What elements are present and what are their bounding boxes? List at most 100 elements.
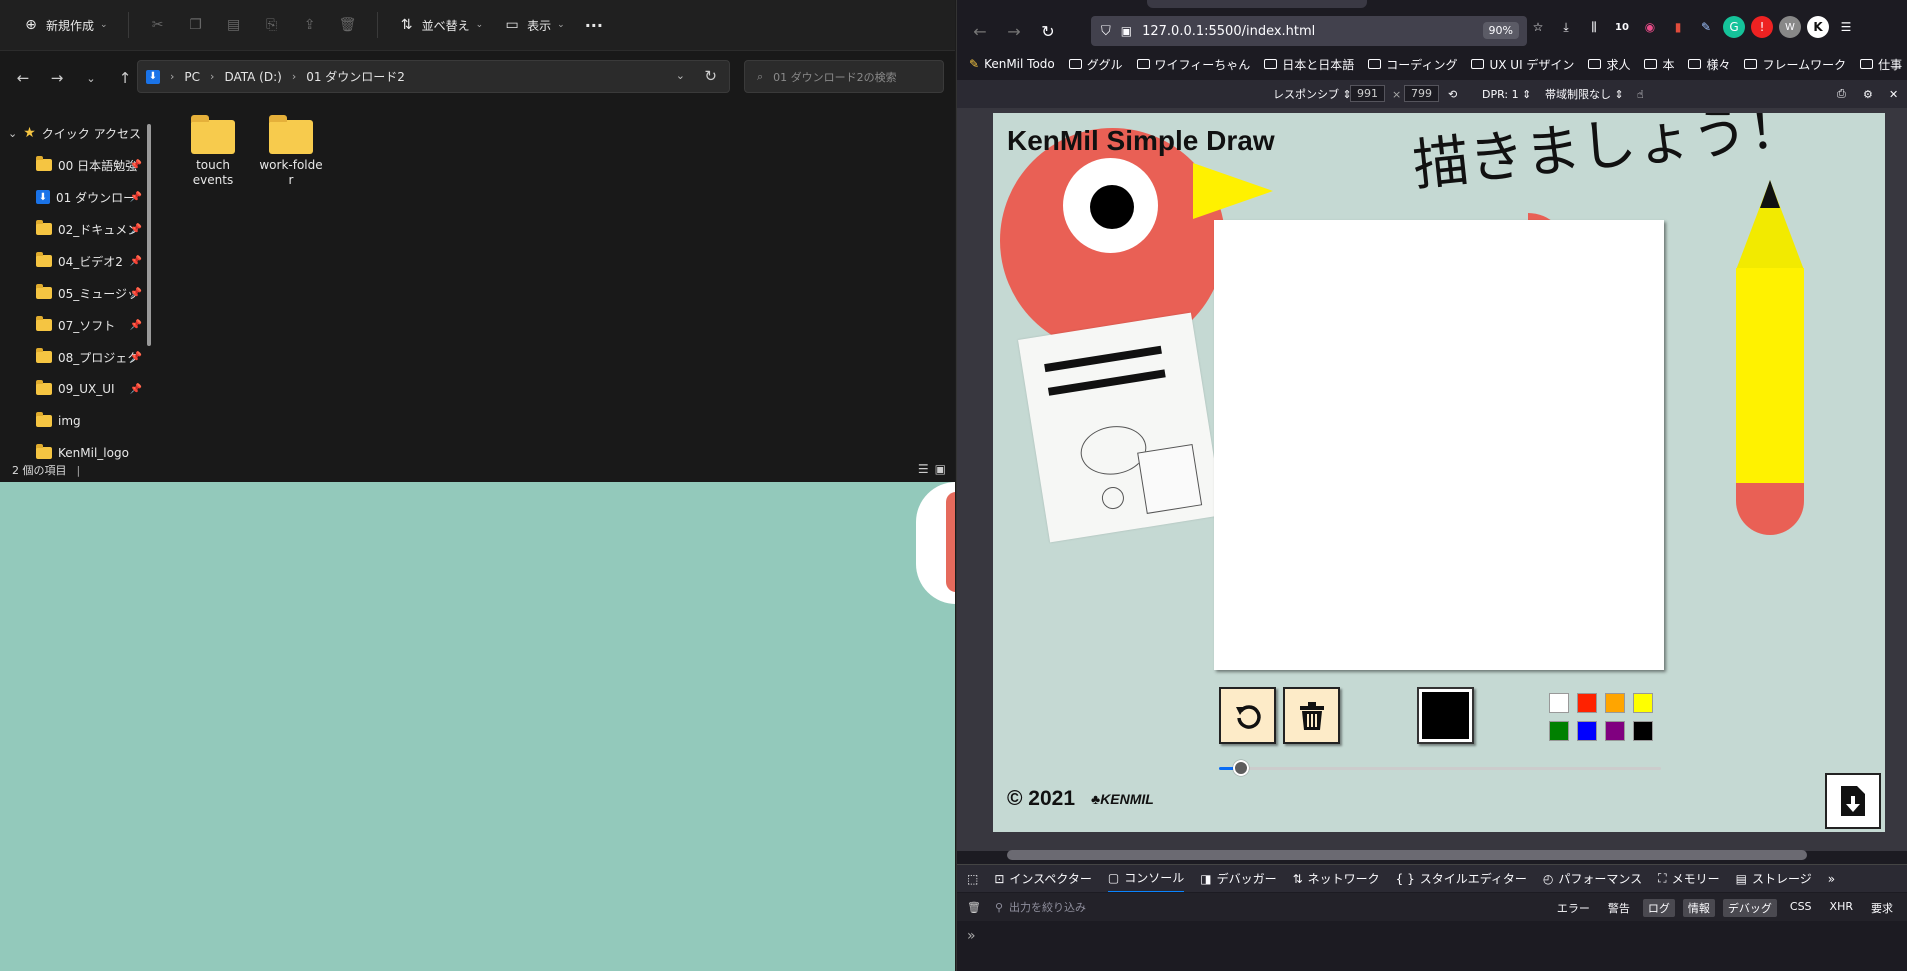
menu-icon[interactable]: ☰: [1835, 16, 1857, 38]
recent-locations-button[interactable]: ⌄: [76, 63, 106, 93]
close-rdm-icon[interactable]: ✕: [1889, 88, 1898, 101]
sidebar-item[interactable]: 08_プロジェクト📌: [0, 341, 150, 373]
view-button[interactable]: ▭ 表示 ⌄: [495, 8, 573, 42]
address-dropdown-icon[interactable]: ⌄: [676, 69, 685, 82]
element-picker-icon[interactable]: ⬚: [967, 872, 978, 886]
screenshot-icon[interactable]: ⎙: [1837, 87, 1846, 101]
bookmark-item[interactable]: ググル: [1068, 56, 1123, 73]
large-icons-view-icon[interactable]: ▣: [935, 462, 946, 476]
bookmark-item[interactable]: ワイフィーちゃん: [1136, 56, 1250, 73]
reload-button[interactable]: ↻: [1033, 16, 1063, 46]
log-filter-toggle[interactable]: CSS: [1785, 899, 1817, 917]
extension-icon[interactable]: !: [1751, 16, 1773, 38]
devtools-tab[interactable]: { } スタイルエディター: [1396, 865, 1527, 892]
devtools-tab[interactable]: ▤ ストレージ: [1736, 865, 1812, 892]
devtools-tab[interactable]: ◴ パフォーマンス: [1543, 865, 1642, 892]
share-button[interactable]: ⇪: [293, 8, 327, 42]
paste-button[interactable]: ▤: [217, 8, 251, 42]
page-info-icon[interactable]: ▣: [1121, 24, 1132, 38]
undo-button[interactable]: [1219, 687, 1276, 744]
search-input[interactable]: ⌕ 01 ダウンロード2の検索: [744, 60, 944, 93]
shield-icon[interactable]: ⛉: [1101, 24, 1111, 39]
color-swatch[interactable]: [1605, 721, 1625, 741]
devtools-tab[interactable]: ⛶ メモリー: [1658, 865, 1719, 892]
extension-icon[interactable]: 10: [1611, 16, 1633, 38]
color-swatch[interactable]: [1633, 721, 1653, 741]
grammarly-icon[interactable]: G: [1723, 16, 1745, 38]
more-options-button[interactable]: ···: [577, 8, 611, 42]
viewport-width-input[interactable]: 991: [1350, 85, 1385, 102]
word-icon[interactable]: W: [1779, 16, 1801, 38]
sidebar-item[interactable]: 04_ビデオ2 📌: [0, 245, 150, 277]
library-icon[interactable]: ⫼: [1583, 16, 1605, 38]
breadcrumb-item[interactable]: DATA (D:): [224, 70, 281, 84]
nav-scrollbar[interactable]: [147, 124, 151, 346]
console-output[interactable]: »: [957, 922, 1907, 971]
zoom-indicator[interactable]: 90%: [1482, 22, 1519, 39]
cut-button[interactable]: ✂: [141, 8, 175, 42]
forward-button[interactable]: →: [999, 16, 1029, 46]
touch-simulation-icon[interactable]: ☝: [1637, 88, 1644, 101]
refresh-icon[interactable]: ↻: [704, 67, 717, 85]
bookmark-item[interactable]: 日本と日本語: [1264, 56, 1354, 73]
sidebar-item[interactable]: 07_ソフト 📌: [0, 309, 150, 341]
console-filter-input[interactable]: 出力を絞り込み: [1009, 899, 1086, 915]
color-swatch[interactable]: [1577, 721, 1597, 741]
download-button[interactable]: [1825, 773, 1881, 829]
sort-button[interactable]: ⇅ 並べ替え ⌄: [390, 8, 492, 42]
log-filter-toggle[interactable]: 情報: [1682, 899, 1715, 917]
quick-access-item[interactable]: ⌄ ★ クイック アクセス: [0, 117, 150, 149]
color-picker-icon[interactable]: ◉: [1639, 16, 1661, 38]
sidebar-item[interactable]: 09_UX_UI 📌: [0, 373, 150, 405]
bookmark-item[interactable]: 求人: [1588, 56, 1630, 73]
bookmark-item[interactable]: コーディング: [1368, 56, 1457, 73]
expand-chevron-icon[interactable]: ⌄: [8, 127, 17, 140]
device-selector[interactable]: レスポンシブ ⇕: [1273, 86, 1352, 102]
more-tabs-icon[interactable]: »: [1828, 872, 1835, 886]
tab-strip[interactable]: [957, 0, 1907, 10]
sidebar-item[interactable]: ⬇ 01 ダウンロード 📌: [0, 181, 150, 213]
clear-button[interactable]: [1283, 687, 1340, 744]
current-color-indicator[interactable]: [1417, 687, 1474, 744]
devtools-tab[interactable]: ◨ デバッガー: [1200, 865, 1276, 892]
sidebar-item[interactable]: img: [0, 405, 150, 437]
extension-icon[interactable]: ▮: [1667, 16, 1689, 38]
new-button[interactable]: ⊕ 新規作成 ⌄: [14, 8, 116, 42]
log-filter-toggle[interactable]: 要求: [1866, 899, 1898, 917]
log-filter-toggle[interactable]: エラー: [1552, 899, 1595, 917]
bookmark-item[interactable]: フレームワーク: [1744, 56, 1846, 73]
forward-button[interactable]: →: [42, 63, 72, 93]
delete-button[interactable]: 🗑: [331, 8, 365, 42]
rotate-icon[interactable]: ⟲: [1448, 88, 1457, 101]
sidebar-item[interactable]: 02_ドキュメント📌: [0, 213, 150, 245]
bookmark-item[interactable]: ✎ KenMil Todo: [969, 57, 1055, 71]
copy-button[interactable]: ❐: [179, 8, 213, 42]
account-icon[interactable]: K: [1807, 16, 1829, 38]
settings-gear-icon[interactable]: ⚙: [1863, 88, 1873, 101]
drawing-canvas[interactable]: [1214, 220, 1664, 670]
slider-thumb[interactable]: [1233, 760, 1250, 776]
folder-item[interactable]: touch events: [180, 110, 246, 188]
throttle-selector[interactable]: 帯域制限なし ⇕: [1545, 86, 1624, 102]
downloads-icon[interactable]: ⤓: [1555, 16, 1577, 38]
bookmark-item[interactable]: 様々: [1688, 56, 1730, 73]
horizontal-scrollbar[interactable]: [1007, 850, 1807, 860]
log-filter-toggle[interactable]: ログ: [1642, 899, 1675, 917]
color-swatch[interactable]: [1549, 721, 1569, 741]
color-swatch[interactable]: [1633, 693, 1653, 713]
sidebar-item[interactable]: KenMil_logo: [0, 437, 150, 460]
back-button[interactable]: ←: [965, 16, 995, 46]
devtools-tab[interactable]: ▢ コンソール: [1107, 865, 1185, 892]
pen-icon[interactable]: ✎: [1695, 16, 1717, 38]
color-swatch[interactable]: [1605, 693, 1625, 713]
breadcrumb-item[interactable]: PC: [184, 70, 200, 84]
address-bar[interactable]: ⬇ › PC › DATA (D:) › 01 ダウンロード2 ⌄ ↻: [137, 60, 730, 93]
log-filter-toggle[interactable]: XHR: [1825, 899, 1858, 917]
bookmark-star-icon[interactable]: ☆: [1527, 16, 1549, 38]
bookmark-item[interactable]: 本: [1644, 56, 1674, 73]
log-filter-toggle[interactable]: デバッグ: [1722, 899, 1777, 917]
clear-console-icon[interactable]: 🗑: [967, 901, 981, 914]
sidebar-item[interactable]: 05_ミュージック📌: [0, 277, 150, 309]
url-bar[interactable]: ⛉ ▣ 127.0.0.1:5500/index.html 90%: [1091, 16, 1527, 46]
bookmark-item[interactable]: UX UI デザイン: [1471, 56, 1574, 73]
